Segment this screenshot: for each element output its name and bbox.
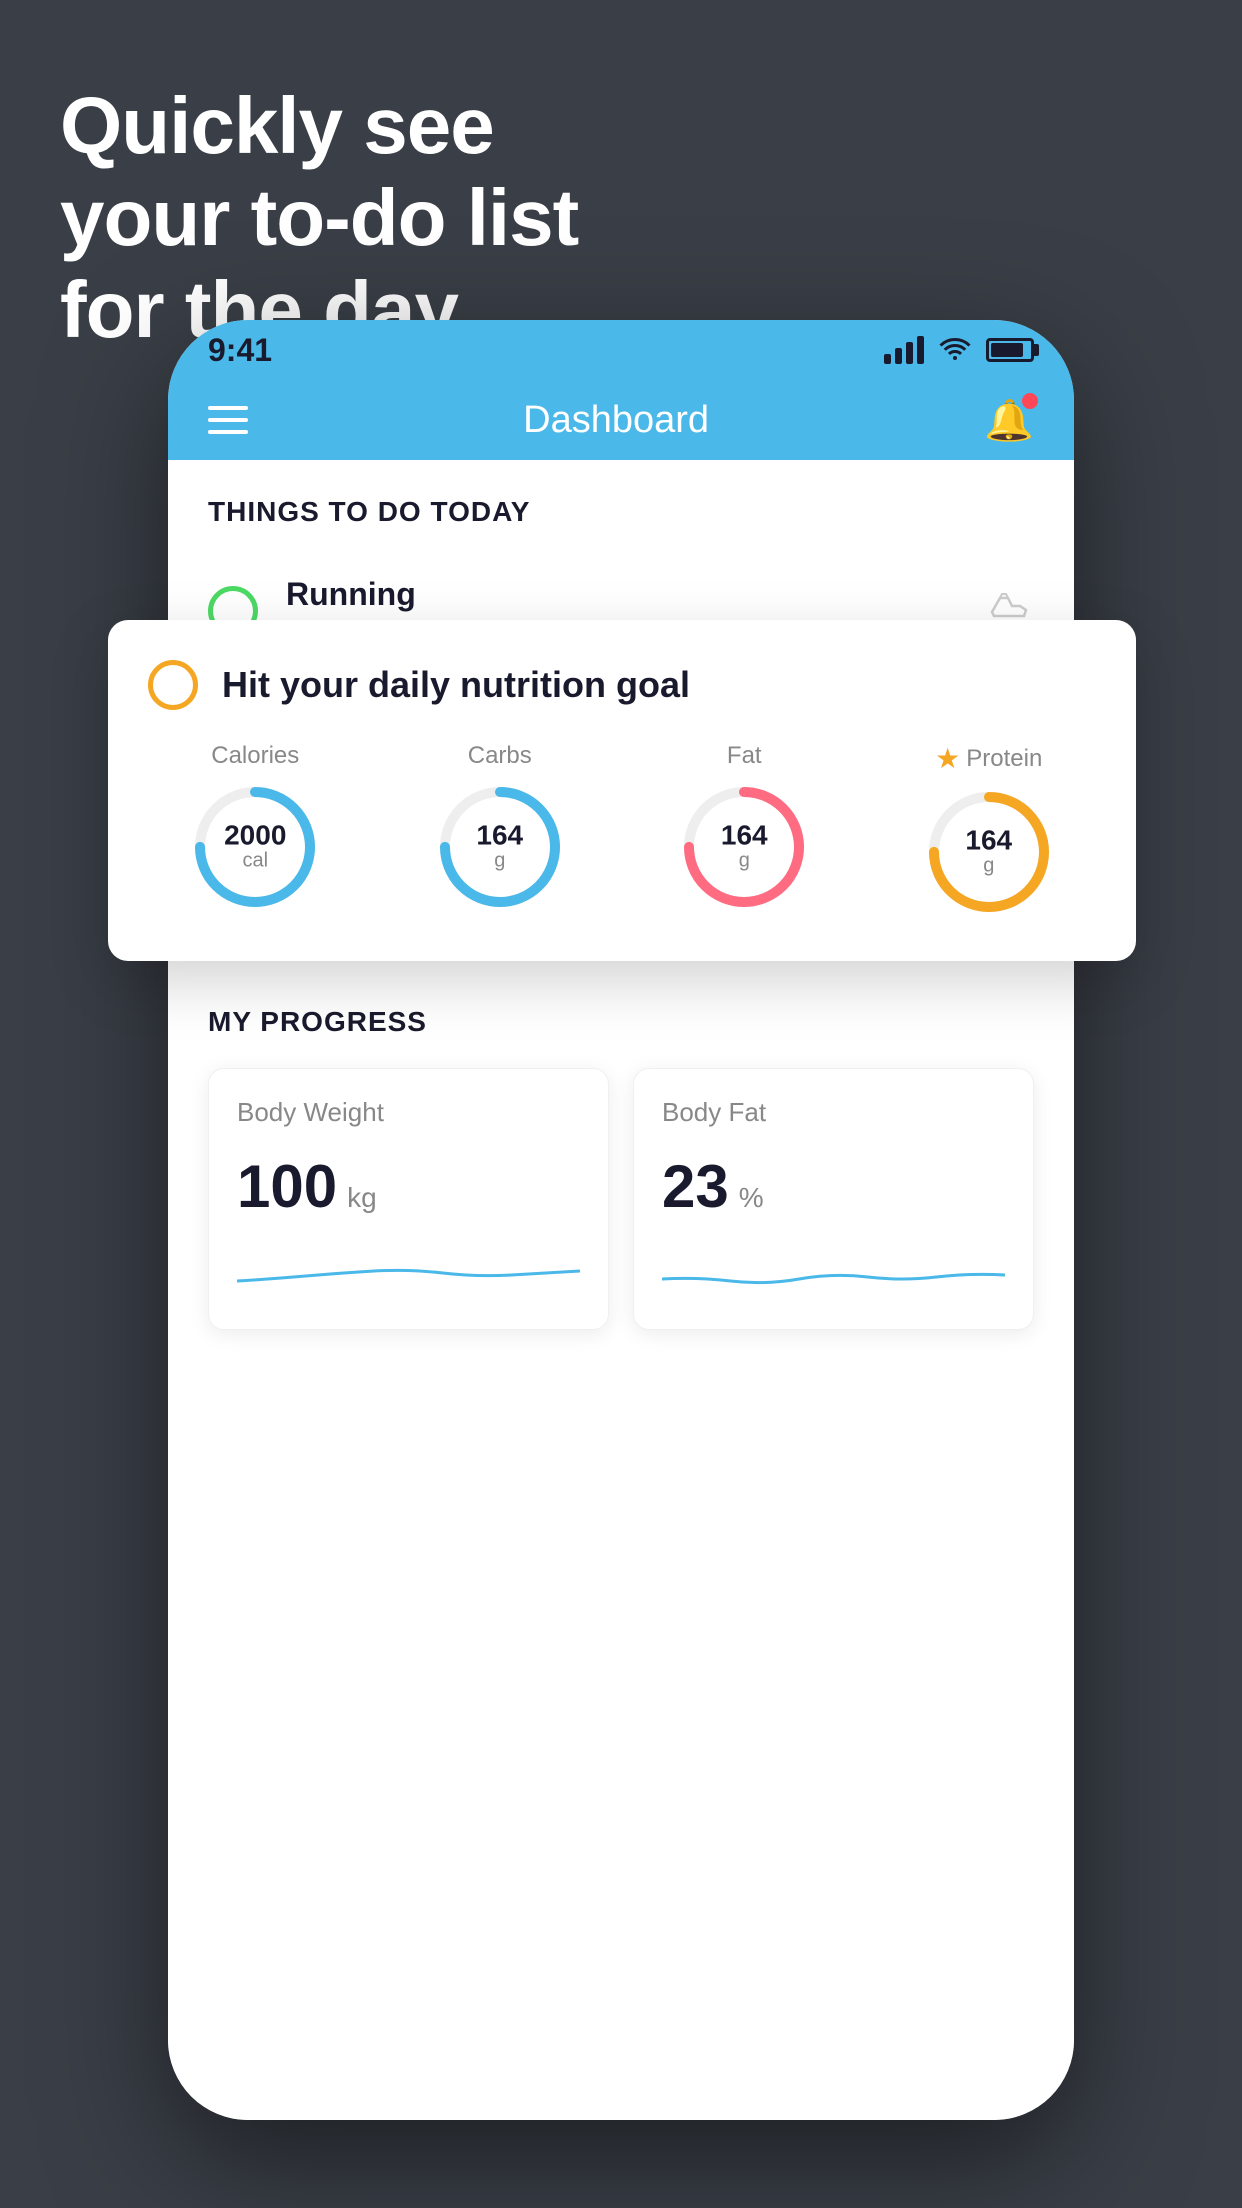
- hamburger-line: [208, 430, 248, 434]
- carbs-text: 164 g: [476, 822, 523, 873]
- protein-star-icon: ★: [935, 742, 960, 775]
- body-fat-card[interactable]: Body Fat 23 %: [633, 1068, 1034, 1330]
- nutrition-row: Calories 2000 cal Carbs: [148, 742, 1096, 917]
- progress-section: MY PROGRESS Body Weight 100 kg: [168, 966, 1074, 1350]
- protein-label: Protein: [966, 745, 1042, 773]
- fat-unit: g: [721, 850, 768, 873]
- calories-value: 2000: [224, 822, 286, 850]
- hamburger-line: [208, 418, 248, 422]
- hamburger-menu[interactable]: [208, 406, 248, 434]
- carbs-circle: 164 g: [435, 782, 565, 912]
- nutrition-card-title: Hit your daily nutrition goal: [222, 664, 690, 706]
- carbs-unit: g: [476, 850, 523, 873]
- calories-unit: cal: [224, 850, 286, 873]
- calories-circle: 2000 cal: [190, 782, 320, 912]
- body-fat-unit: %: [739, 1182, 764, 1214]
- things-today-header: THINGS TO DO TODAY: [168, 460, 1074, 548]
- bell-icon[interactable]: 🔔: [984, 397, 1034, 444]
- status-icons: [884, 334, 1034, 367]
- wifi-icon: [938, 334, 972, 367]
- fat-label: Fat: [727, 742, 762, 770]
- nutrition-calories: Calories 2000 cal: [190, 742, 320, 917]
- body-weight-chart: [237, 1241, 580, 1301]
- protein-circle: 164 g: [924, 787, 1054, 917]
- progress-title: MY PROGRESS: [208, 1006, 1034, 1038]
- signal-icon: [884, 336, 924, 364]
- hamburger-line: [208, 406, 248, 410]
- carbs-value: 164: [476, 822, 523, 850]
- headline-line1: Quickly see: [60, 80, 578, 172]
- battery-icon: [986, 338, 1034, 362]
- body-fat-value-row: 23 %: [662, 1152, 1005, 1221]
- headline: Quickly see your to-do list for the day.: [60, 80, 578, 356]
- fat-value: 164: [721, 822, 768, 850]
- headline-line2: your to-do list: [60, 172, 578, 264]
- progress-cards: Body Weight 100 kg Body Fat 23: [208, 1068, 1034, 1330]
- protein-text: 164 g: [965, 827, 1012, 878]
- body-weight-num: 100: [237, 1152, 337, 1221]
- card-title-row: Hit your daily nutrition goal: [148, 660, 1096, 710]
- nutrition-fat: Fat 164 g: [679, 742, 809, 917]
- status-bar: 9:41: [168, 320, 1074, 380]
- calories-label: Calories: [211, 742, 299, 770]
- fat-circle: 164 g: [679, 782, 809, 912]
- nutrition-radio[interactable]: [148, 660, 198, 710]
- nutrition-card: Hit your daily nutrition goal Calories 2…: [108, 620, 1136, 961]
- protein-unit: g: [965, 855, 1012, 878]
- body-fat-num: 23: [662, 1152, 729, 1221]
- header-title: Dashboard: [523, 399, 709, 442]
- nutrition-protein: ★ Protein 164 g: [924, 742, 1054, 917]
- fat-text: 164 g: [721, 822, 768, 873]
- protein-value: 164: [965, 827, 1012, 855]
- body-fat-chart: [662, 1241, 1005, 1301]
- body-weight-card[interactable]: Body Weight 100 kg: [208, 1068, 609, 1330]
- body-weight-unit: kg: [347, 1182, 377, 1214]
- protein-label-row: ★ Protein: [935, 742, 1042, 775]
- body-weight-label: Body Weight: [237, 1097, 580, 1128]
- body-fat-label: Body Fat: [662, 1097, 1005, 1128]
- notification-dot: [1022, 393, 1038, 409]
- phone-frame: 9:41 Dashboard 🔔: [168, 320, 1074, 2120]
- status-time: 9:41: [208, 332, 272, 369]
- calories-text: 2000 cal: [224, 822, 286, 873]
- todo-title-running: Running: [286, 576, 990, 613]
- body-weight-value-row: 100 kg: [237, 1152, 580, 1221]
- app-header: Dashboard 🔔: [168, 380, 1074, 460]
- nutrition-carbs: Carbs 164 g: [435, 742, 565, 917]
- carbs-label: Carbs: [468, 742, 532, 770]
